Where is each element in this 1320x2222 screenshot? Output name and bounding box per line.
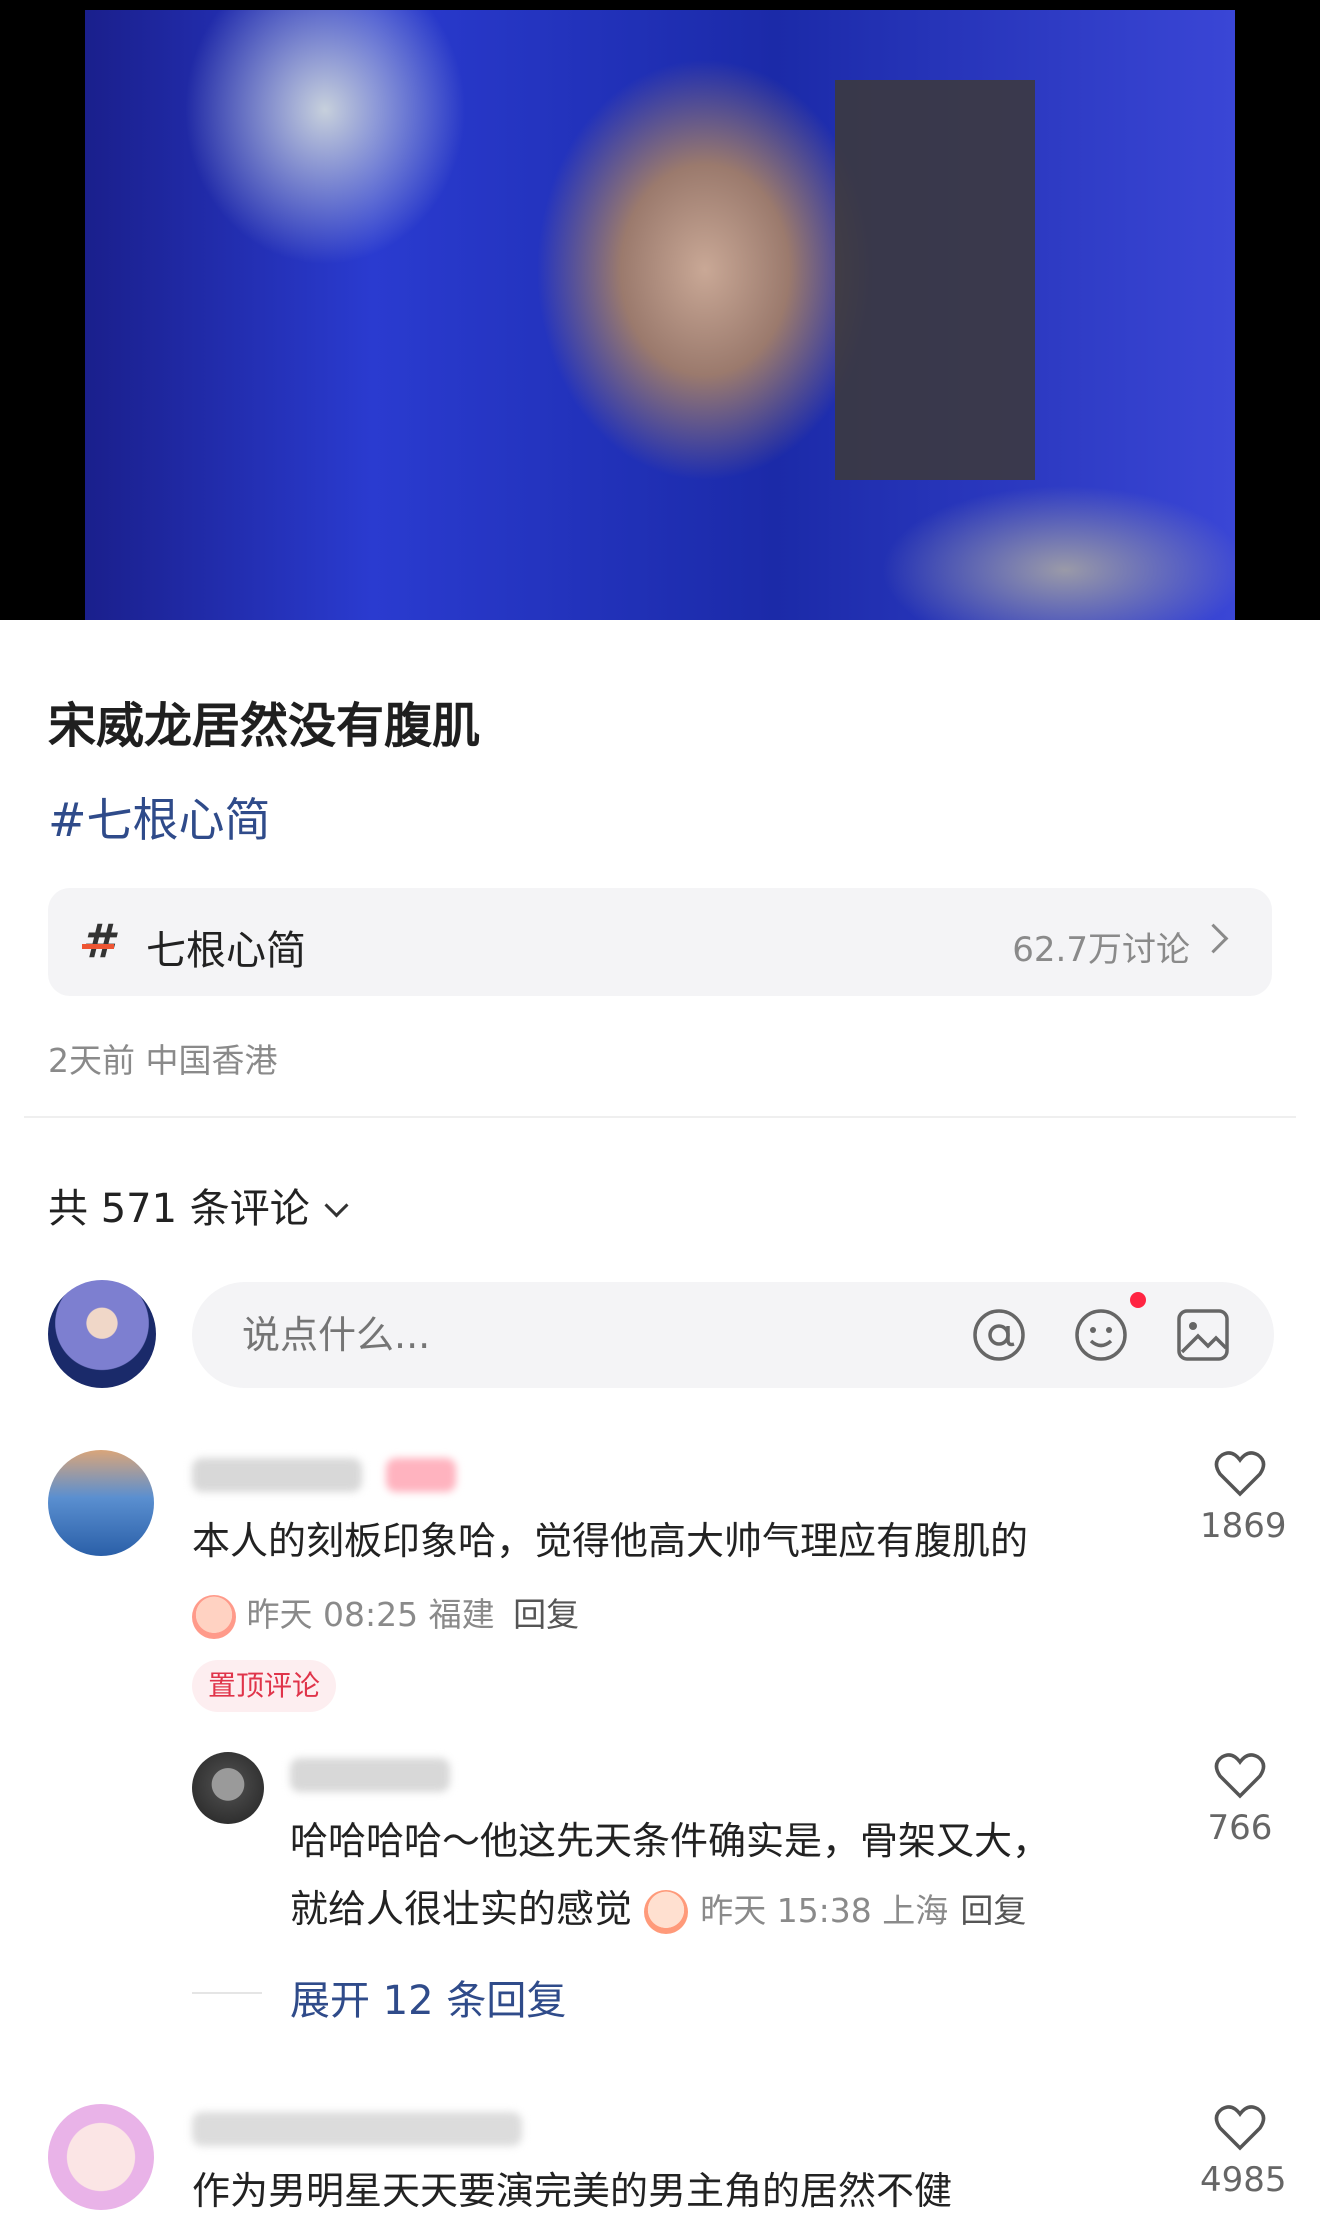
like-count: 1869 [1200,1506,1287,1546]
like-count: 4985 [1200,2160,1287,2200]
post-image [85,10,1235,620]
replier-name-blurred[interactable] [290,1758,450,1792]
peach-emoji-icon [644,1889,689,1934]
image-detail [835,80,1035,480]
replier-avatar[interactable] [192,1752,264,1824]
chevron-down-icon [324,1193,349,1218]
comment-meta: 昨天 08:25 福建 回复 [192,1588,579,1639]
expand-replies-button[interactable]: 展开 12 条回复 [290,1968,566,2026]
commenter-avatar[interactable] [48,2104,154,2210]
commenter-name-blurred[interactable] [192,2112,522,2146]
heart-icon [1214,1451,1266,1497]
commenter-name-blurred[interactable] [192,1458,362,1492]
my-avatar[interactable] [48,1280,156,1388]
heart-icon [1214,1753,1266,1799]
post-media[interactable] [0,0,1320,620]
emoji-icon[interactable] [1074,1308,1128,1362]
reply-time-location: 昨天 15:38 上海 [700,1891,949,1930]
crying-emoji-icon [192,1594,236,1639]
author-badge-blurred [386,1458,456,1492]
reply-text-line2: 就给人很壮实的感觉 昨天 15:38 上海 回复 [290,1878,1026,1942]
post-hashtag-link[interactable]: #七根心简 [48,784,271,850]
notification-dot [1130,1292,1146,1308]
expand-divider [192,1992,262,1994]
like-button[interactable]: 1869 [1200,1450,1287,1546]
like-count: 766 [1207,1808,1273,1848]
comments-count: 共 571 条评论 [48,1186,310,1232]
reply-text-line1: 哈哈哈哈～他这先天条件确实是，骨架又大， [290,1819,1051,1863]
divider [24,1116,1296,1118]
reply-text: 就给人很壮实的感觉 [290,1887,633,1931]
topic-discussion-count: 62.7万讨论 [1012,930,1190,970]
comments-sort-toggle[interactable]: 共 571 条评论 [48,1176,349,1234]
comment-time-location: 昨天 08:25 福建 [246,1595,495,1634]
hashtag-icon: # [82,914,115,968]
post-title: 宋威龙居然没有腹肌 [48,698,481,754]
comment-input[interactable] [240,1312,844,1358]
at-icon[interactable] [972,1308,1026,1362]
like-button[interactable]: 4985 [1200,2104,1287,2200]
topic-name: 七根心简 [146,928,306,974]
reply-button[interactable]: 回复 [960,1891,1026,1930]
comment-text: 本人的刻板印象哈，觉得他高大帅气理应有腹肌的 [192,1519,1029,1563]
post-meta: 2天前 中国香港 [48,1041,278,1080]
comment-input-box[interactable] [192,1282,1274,1388]
image-icon[interactable] [1176,1308,1230,1362]
like-button[interactable]: 766 [1200,1752,1280,1848]
commenter-avatar[interactable] [48,1450,154,1556]
topic-card[interactable]: # 七根心简 62.7万讨论 [48,888,1272,996]
chevron-right-icon [1198,923,1229,954]
reply-button[interactable]: 回复 [513,1595,579,1634]
pinned-comment-badge: 置顶评论 [192,1660,337,1712]
heart-icon [1214,2105,1266,2151]
